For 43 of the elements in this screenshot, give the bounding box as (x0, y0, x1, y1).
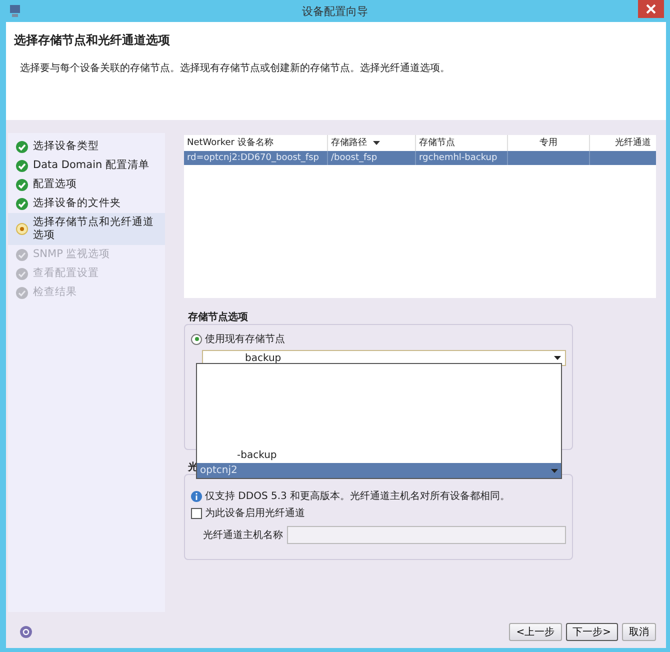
pending-icon (16, 249, 28, 261)
column-header[interactable]: 光纤通道 (590, 135, 654, 151)
wizard-button[interactable]: 取消 (622, 623, 656, 641)
table-cell: rd=optcnj2:DD670_boost_fsp (187, 153, 320, 163)
sort-down-icon (373, 141, 380, 145)
info-note: 仅支持 DDOS 5.3 和更高版本。光纤通道主机名对所有设备都相同。 (205, 490, 510, 503)
pending-icon (16, 287, 28, 299)
wizard-button[interactable]: <上一步 (509, 623, 562, 641)
step-item: Data Domain 配置清单 (8, 156, 165, 175)
radio-label: 使用现有存储节点 (205, 332, 285, 346)
step-item: SNMP 监视选项 (8, 245, 165, 264)
field-label: 光纤通道主机名称 (203, 528, 283, 542)
step-item: 选择设备的文件夹 (8, 194, 165, 213)
check-icon (16, 198, 28, 210)
page-title: 选择存储节点和光纤通道选项 (14, 32, 171, 49)
table-cell: /boost_fsp (331, 153, 378, 163)
current-step-icon (16, 223, 28, 235)
checkbox[interactable] (191, 508, 202, 518)
info-icon (191, 490, 202, 502)
step-item: 选择存储节点和光纤通道选项 (8, 213, 165, 245)
step-item: 配置选项 (8, 175, 165, 194)
app-icon (8, 4, 22, 18)
page-description: 选择要与每个设备关联的存储节点。选择现有存储节点或创建新的存储节点。选择光纤通道选项。 (19, 62, 451, 75)
dropdown-arrow-icon (551, 469, 558, 473)
window-title: 设备配置向导 (302, 4, 368, 18)
check-icon (16, 141, 28, 153)
checkbox-label: 为此设备启用光纤通道 (205, 506, 305, 520)
dropdown-option[interactable]: -backup (197, 448, 561, 463)
radio-button[interactable] (191, 334, 202, 344)
wizard-button[interactable]: 下一步> (566, 623, 618, 641)
check-icon (16, 160, 28, 172)
table-cell: rgchemhl-backup (419, 153, 498, 163)
check-icon (16, 179, 28, 191)
help-icon[interactable] (20, 626, 32, 638)
dropdown-arrow-icon (554, 356, 561, 360)
step-item: 检查结果 (8, 283, 165, 302)
close-icon (646, 4, 656, 14)
table-row[interactable]: rd=optcnj2:DD670_boost_fsp /boost_fsp rgchemhl-backup (184, 151, 656, 165)
group-title: 存储节点选项 (188, 310, 249, 324)
close-button[interactable] (638, 0, 664, 18)
step-item: 查看配置设置 (8, 264, 165, 283)
step-item: 选择设备类型 (8, 137, 165, 156)
pending-icon (16, 268, 28, 280)
